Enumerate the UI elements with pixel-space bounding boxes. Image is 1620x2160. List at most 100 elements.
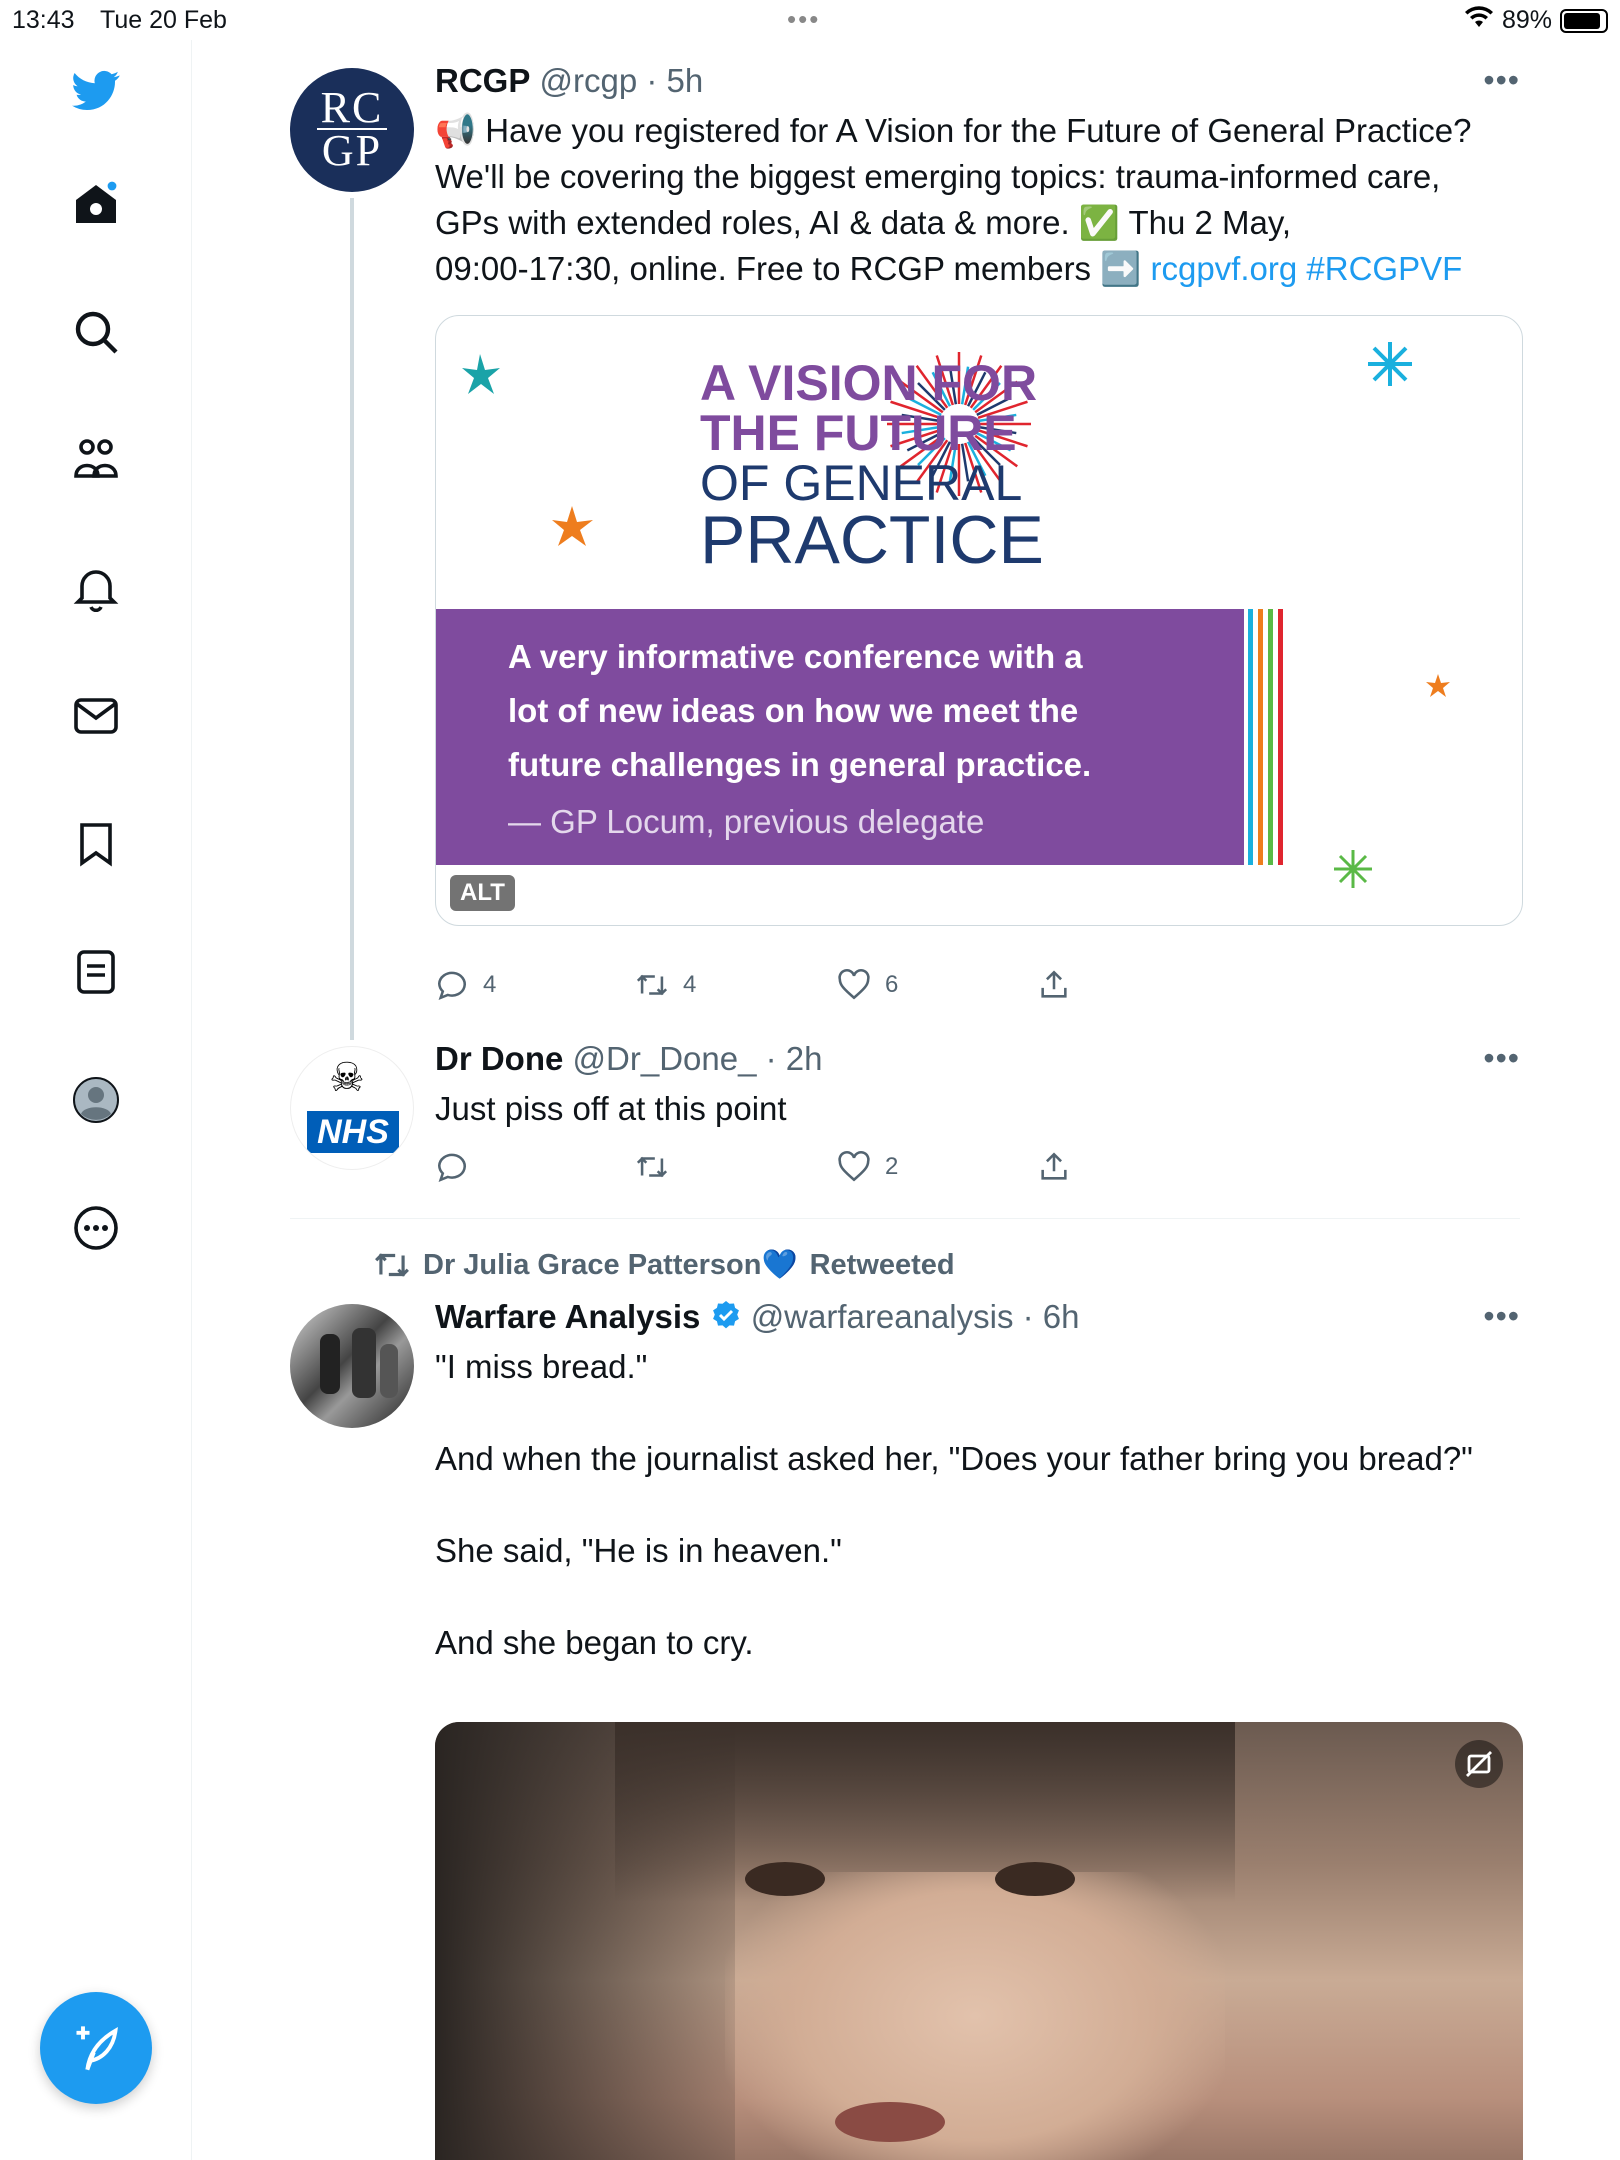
card-title-line: OF GENERAL	[700, 455, 1023, 511]
home-icon[interactable]	[60, 168, 132, 240]
battery-percent: 89%	[1501, 6, 1552, 34]
alt-text-badge[interactable]: ALT	[450, 875, 515, 911]
retweeted-by-row[interactable]: Dr Julia Grace Patterson💙 Retweeted	[373, 1246, 955, 1284]
status-date: Tue 20 Feb	[100, 6, 227, 34]
tweet-paragraph: "I miss bread."	[435, 1348, 648, 1385]
tweet-paragraph: She said, "He is in heaven."	[435, 1532, 842, 1569]
retweet-button[interactable]	[635, 1150, 683, 1184]
tweet-text-line: We'll be covering the biggest emerging t…	[435, 158, 1441, 195]
sensitive-media-toggle-icon[interactable]	[1455, 1740, 1503, 1788]
tweet-image-card[interactable]: A VISION FOR THE FUTURE OF GENERAL PRACT…	[435, 315, 1523, 926]
status-bar: 13:43 Tue 20 Feb ••• 89%	[0, 0, 1620, 40]
twitter-logo-icon[interactable]	[60, 54, 132, 126]
tweet-more-button[interactable]: •••	[1483, 1040, 1520, 1077]
feather-plus-icon	[76, 2026, 118, 2071]
more-circle-icon[interactable]	[60, 1192, 132, 1264]
notifications-bell-icon[interactable]	[60, 552, 132, 624]
reply-button[interactable]	[435, 1150, 483, 1184]
avatar-figure	[320, 1334, 340, 1394]
like-button[interactable]: 2	[837, 1150, 898, 1184]
card-attribution: — GP Locum, previous delegate	[508, 803, 985, 840]
tweet-header: RCGP @rcgp · 5h	[435, 62, 703, 100]
retweet-button[interactable]: 4	[635, 968, 696, 1002]
hashtag-link[interactable]: #RCGPVF	[1306, 250, 1462, 287]
avatar-dr-done[interactable]: ☠ NHS	[290, 1046, 414, 1170]
verified-badge-icon	[710, 1299, 742, 1339]
card-title-line: A VISION FOR	[700, 355, 1038, 411]
bookmarks-icon[interactable]	[60, 808, 132, 880]
share-icon	[1041, 1152, 1067, 1180]
tweet-video-card[interactable]	[435, 1722, 1523, 2160]
tweet-text-line: 09:00-17:30, online. Free to RCGP member…	[435, 246, 1535, 292]
tweet-time[interactable]: · 5h	[646, 62, 703, 99]
profile-avatar-icon[interactable]	[60, 1064, 132, 1136]
retweet-count: 4	[683, 971, 697, 998]
avatar-text-top: RC	[320, 83, 384, 132]
share-button[interactable]	[1037, 1150, 1071, 1184]
avatar-rcgp[interactable]: RC GP	[290, 68, 414, 192]
card-title-line: PRACTICE	[700, 502, 1044, 578]
battery-icon	[1560, 8, 1608, 33]
tweet-text: 📢 Have you registered for A Vision for t…	[435, 108, 1535, 292]
card-quote: A very informative conference with a lot…	[508, 630, 1228, 852]
reply-icon	[437, 971, 466, 1000]
author-handle[interactable]: @Dr_Done_	[573, 1040, 757, 1077]
tweet-rcgp[interactable]: RC GP RCGP @rcgp · 5h ••• 📢 Have you reg…	[290, 62, 1523, 1040]
tweet-paragraph: And she began to cry.	[435, 1624, 754, 1661]
retweet-icon	[375, 1253, 409, 1277]
nhs-logo: NHS	[307, 1111, 399, 1153]
author-name[interactable]: Dr Done	[435, 1040, 563, 1077]
tweet-more-button[interactable]: •••	[1483, 62, 1520, 99]
communities-icon[interactable]	[60, 424, 132, 496]
compose-tweet-button[interactable]	[40, 1992, 152, 2104]
lists-icon[interactable]	[60, 936, 132, 1008]
video-face	[725, 1872, 1225, 2160]
skull-icon: ☠	[329, 1056, 365, 1100]
card-title-line: THE FUTURE	[700, 405, 1017, 461]
share-icon	[1041, 970, 1067, 998]
timeline: RC GP RCGP @rcgp · 5h ••• 📢 Have you reg…	[193, 40, 1620, 2160]
reply-button[interactable]: 4	[435, 968, 496, 1002]
conference-title: A VISION FOR THE FUTURE OF GENERAL PRACT…	[700, 355, 1060, 578]
avatar-figure	[352, 1328, 376, 1398]
tweet-header: Warfare Analysis @warfareanalysis · 6h	[435, 1298, 1080, 1339]
heart-icon	[838, 969, 870, 1000]
tweet-warfare-analysis[interactable]: Warfare Analysis @warfareanalysis · 6h •…	[290, 1298, 1523, 2160]
status-time: 13:43	[12, 6, 75, 34]
author-handle[interactable]: @warfareanalysis	[751, 1298, 1014, 1335]
retweeter-name[interactable]: Dr Julia Grace Patterson💙	[423, 1248, 798, 1282]
tweet-time[interactable]: · 2h	[766, 1040, 823, 1077]
author-name[interactable]: RCGP	[435, 62, 530, 99]
share-button[interactable]	[1037, 968, 1071, 1002]
tweet-paragraph: And when the journalist asked her, "Does…	[435, 1440, 1473, 1477]
multitasking-dots-icon[interactable]: •••	[787, 4, 820, 35]
tweet-text-fragment: 09:00-17:30, online. Free to RCGP member…	[435, 250, 1151, 287]
avatar-warfare-analysis[interactable]	[290, 1304, 414, 1428]
tweet-divider	[290, 1218, 1520, 1219]
tweet-text: Just piss off at this point	[435, 1090, 787, 1127]
messages-icon[interactable]	[60, 680, 132, 752]
retweeted-label: Retweeted	[809, 1248, 955, 1281]
video-eye-left	[745, 1862, 825, 1896]
search-icon[interactable]	[60, 296, 132, 368]
tweet-link[interactable]: rcgpvf.org	[1150, 250, 1297, 287]
card-quote-line: lot of new ideas on how we meet the	[508, 692, 1079, 729]
heart-icon	[838, 1151, 870, 1182]
tweet-dr-done[interactable]: ☠ NHS Dr Done @Dr_Done_ · 2h ••• Just pi…	[290, 1040, 1520, 1240]
like-button[interactable]: 6	[837, 968, 898, 1002]
tweet-text-line: 📢 Have you registered for A Vision for t…	[435, 112, 1472, 149]
card-quote-line: A very informative conference with a	[508, 638, 1083, 675]
tweet-time[interactable]: · 6h	[1023, 1298, 1080, 1335]
sidebar	[0, 40, 192, 2160]
author-name[interactable]: Warfare Analysis	[435, 1298, 700, 1335]
tweet-header: Dr Done @Dr_Done_ · 2h	[435, 1040, 822, 1078]
tweet-more-button[interactable]: •••	[1483, 1298, 1520, 1335]
like-count: 6	[885, 971, 899, 998]
tweet-actions: 2	[435, 1150, 1155, 1190]
wifi-icon	[1464, 5, 1494, 36]
thread-line	[350, 198, 354, 1040]
author-handle[interactable]: @rcgp	[540, 62, 638, 99]
